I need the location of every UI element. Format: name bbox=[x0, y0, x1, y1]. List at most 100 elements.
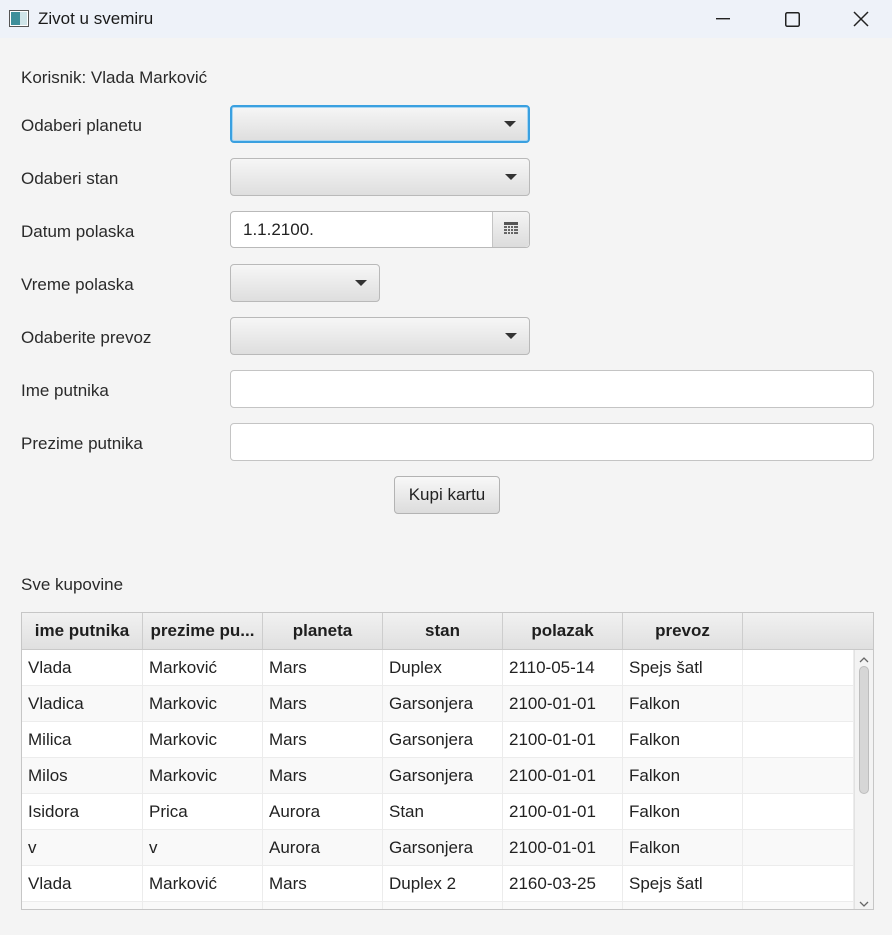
column-header-filler bbox=[743, 613, 873, 649]
cell-apartment: Garsonjera bbox=[383, 686, 503, 722]
table-row[interactable]: v v Aurora Garsonjera 2100-01-01 Falkon bbox=[22, 830, 854, 866]
calendar-button[interactable] bbox=[492, 212, 529, 247]
cell-empty bbox=[503, 902, 623, 909]
table-body: Vlada Marković Mars Duplex 2110-05-14 Spejs š… bbox=[22, 650, 854, 909]
cell-filler bbox=[743, 722, 854, 758]
table-row[interactable]: Milica Markovic Mars Garsonjera 2100-01-01 Fa… bbox=[22, 722, 854, 758]
last-name-label: Prezime putnika bbox=[21, 434, 143, 453]
app-icon bbox=[9, 10, 29, 27]
cell-planet: Mars bbox=[263, 866, 383, 902]
apartment-combobox[interactable] bbox=[230, 158, 530, 196]
calendar-icon bbox=[504, 220, 518, 240]
cell-departure: 2100-01-01 bbox=[503, 686, 623, 722]
cell-empty bbox=[143, 902, 263, 909]
cell-apartment: Duplex bbox=[383, 650, 503, 686]
cell-first-name: Vladica bbox=[22, 686, 143, 722]
cell-filler bbox=[743, 650, 854, 686]
transport-label: Odaberite prevoz bbox=[21, 328, 152, 347]
cell-first-name: Vlada bbox=[22, 650, 143, 686]
vertical-scrollbar[interactable] bbox=[854, 650, 873, 909]
cell-transport: Falkon bbox=[623, 794, 743, 830]
cell-apartment: Garsonjera bbox=[383, 722, 503, 758]
cell-filler bbox=[743, 830, 854, 866]
chevron-down-icon bbox=[859, 892, 869, 909]
cell-filler bbox=[743, 794, 854, 830]
column-header-apartment[interactable]: stan bbox=[383, 613, 503, 649]
column-header-departure[interactable]: polazak bbox=[503, 613, 623, 649]
cell-empty bbox=[623, 902, 743, 909]
cell-transport: Falkon bbox=[623, 758, 743, 794]
cell-last-name: Markovic bbox=[143, 722, 263, 758]
first-name-label: Ime putnika bbox=[21, 381, 109, 400]
departure-date-picker[interactable]: 1.1.2100. bbox=[230, 211, 530, 248]
minimize-icon bbox=[716, 18, 730, 20]
cell-first-name: Isidora bbox=[22, 794, 143, 830]
cell-last-name: Markovic bbox=[143, 758, 263, 794]
column-header-last-name[interactable]: prezime pu... bbox=[143, 613, 263, 649]
cell-apartment: Stan bbox=[383, 794, 503, 830]
cell-first-name: v bbox=[22, 830, 143, 866]
cell-filler bbox=[743, 758, 854, 794]
column-header-first-name[interactable]: ime putnika bbox=[22, 613, 143, 649]
cell-apartment: Duplex 2 bbox=[383, 866, 503, 902]
maximize-icon bbox=[784, 11, 800, 27]
window-title: Zivot u svemiru bbox=[38, 9, 154, 28]
table-row[interactable]: Isidora Prica Aurora Stan 2100-01-01 Falkon bbox=[22, 794, 854, 830]
cell-departure: 2110-05-14 bbox=[503, 650, 623, 686]
cell-filler bbox=[743, 686, 854, 722]
cell-departure: 2100-01-01 bbox=[503, 794, 623, 830]
close-button[interactable] bbox=[826, 0, 892, 38]
cell-empty bbox=[22, 902, 143, 909]
cell-empty bbox=[263, 902, 383, 909]
cell-last-name: v bbox=[143, 830, 263, 866]
minimize-button[interactable] bbox=[688, 0, 758, 38]
maximize-button[interactable] bbox=[757, 0, 827, 38]
last-name-input[interactable] bbox=[230, 423, 874, 461]
table-row[interactable]: Vladica Markovic Mars Garsonjera 2100-01-01 F… bbox=[22, 686, 854, 722]
cell-transport: Falkon bbox=[623, 722, 743, 758]
cell-departure: 2100-01-01 bbox=[503, 830, 623, 866]
buy-ticket-button[interactable]: Kupi kartu bbox=[394, 476, 500, 514]
cell-planet: Mars bbox=[263, 650, 383, 686]
chevron-up-icon bbox=[859, 648, 869, 668]
cell-last-name: Marković bbox=[143, 866, 263, 902]
scroll-up-button[interactable] bbox=[855, 650, 873, 666]
cell-last-name: Marković bbox=[143, 650, 263, 686]
column-header-transport[interactable]: prevoz bbox=[623, 613, 743, 649]
cell-planet: Mars bbox=[263, 686, 383, 722]
purchases-table[interactable]: ime putnika prezime pu... planeta stan p… bbox=[21, 612, 874, 910]
planet-combobox[interactable] bbox=[230, 105, 530, 143]
cell-last-name: Prica bbox=[143, 794, 263, 830]
cell-transport: Falkon bbox=[623, 686, 743, 722]
cell-transport: Spejs šatl bbox=[623, 650, 743, 686]
cell-planet: Mars bbox=[263, 758, 383, 794]
column-header-planet[interactable]: planeta bbox=[263, 613, 383, 649]
chevron-down-icon bbox=[355, 280, 367, 286]
table-header: ime putnika prezime pu... planeta stan p… bbox=[22, 613, 873, 650]
table-row[interactable]: Vlada Marković Mars Duplex 2 2160-03-25 Spejs… bbox=[22, 866, 854, 902]
close-icon bbox=[853, 11, 869, 27]
cell-apartment: Garsonjera bbox=[383, 758, 503, 794]
chevron-down-icon bbox=[505, 333, 517, 339]
transport-combobox[interactable] bbox=[230, 317, 530, 355]
scroll-down-button[interactable] bbox=[855, 892, 873, 909]
purchases-title: Sve kupovine bbox=[21, 575, 124, 594]
cell-planet: Aurora bbox=[263, 794, 383, 830]
cell-departure: 2100-01-01 bbox=[503, 758, 623, 794]
chevron-down-icon bbox=[505, 174, 517, 180]
cell-planet: Aurora bbox=[263, 830, 383, 866]
departure-date-label: Datum polaska bbox=[21, 222, 135, 241]
table-row[interactable]: Vlada Marković Mars Duplex 2110-05-14 Spejs š… bbox=[22, 650, 854, 686]
table-row-partial bbox=[22, 902, 854, 909]
departure-date-value[interactable]: 1.1.2100. bbox=[243, 220, 314, 240]
cell-first-name: Milos bbox=[22, 758, 143, 794]
scroll-thumb[interactable] bbox=[859, 666, 869, 794]
departure-time-combobox[interactable] bbox=[230, 264, 380, 302]
cell-departure: 2160-03-25 bbox=[503, 866, 623, 902]
first-name-input[interactable] bbox=[230, 370, 874, 408]
cell-departure: 2100-01-01 bbox=[503, 722, 623, 758]
chevron-down-icon bbox=[504, 121, 516, 127]
cell-last-name: Markovic bbox=[143, 686, 263, 722]
cell-empty bbox=[383, 902, 503, 909]
table-row[interactable]: Milos Markovic Mars Garsonjera 2100-01-01 Fal… bbox=[22, 758, 854, 794]
